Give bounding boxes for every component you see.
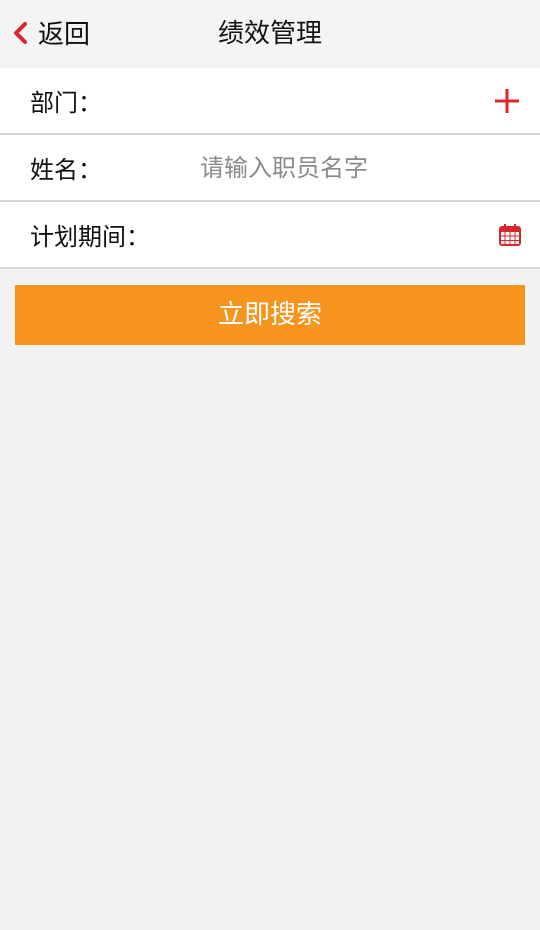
chevron-left-icon — [10, 20, 32, 50]
search-button[interactable]: 立即搜索 — [15, 285, 525, 345]
back-label: 返回 — [38, 20, 91, 50]
name-label: 姓名： — [30, 156, 102, 184]
period-label: 计划期间： — [30, 223, 150, 251]
department-label: 部门： — [30, 89, 102, 117]
plus-icon[interactable] — [492, 86, 522, 116]
calendar-icon[interactable] — [498, 223, 522, 247]
nav-header: 返回 绩效管理 — [0, 0, 540, 68]
department-row[interactable]: 部门： — [0, 68, 540, 135]
name-row: 姓名： — [0, 135, 540, 202]
search-form: 部门： 姓名： 计划期间： — [0, 68, 540, 269]
back-button[interactable]: 返回 — [10, 14, 90, 56]
name-input[interactable] — [200, 147, 500, 189]
period-row[interactable]: 计划期间： — [0, 202, 540, 269]
performance-management-screen: 返回 绩效管理 部门： 姓名： 计划期间： — [0, 0, 540, 930]
